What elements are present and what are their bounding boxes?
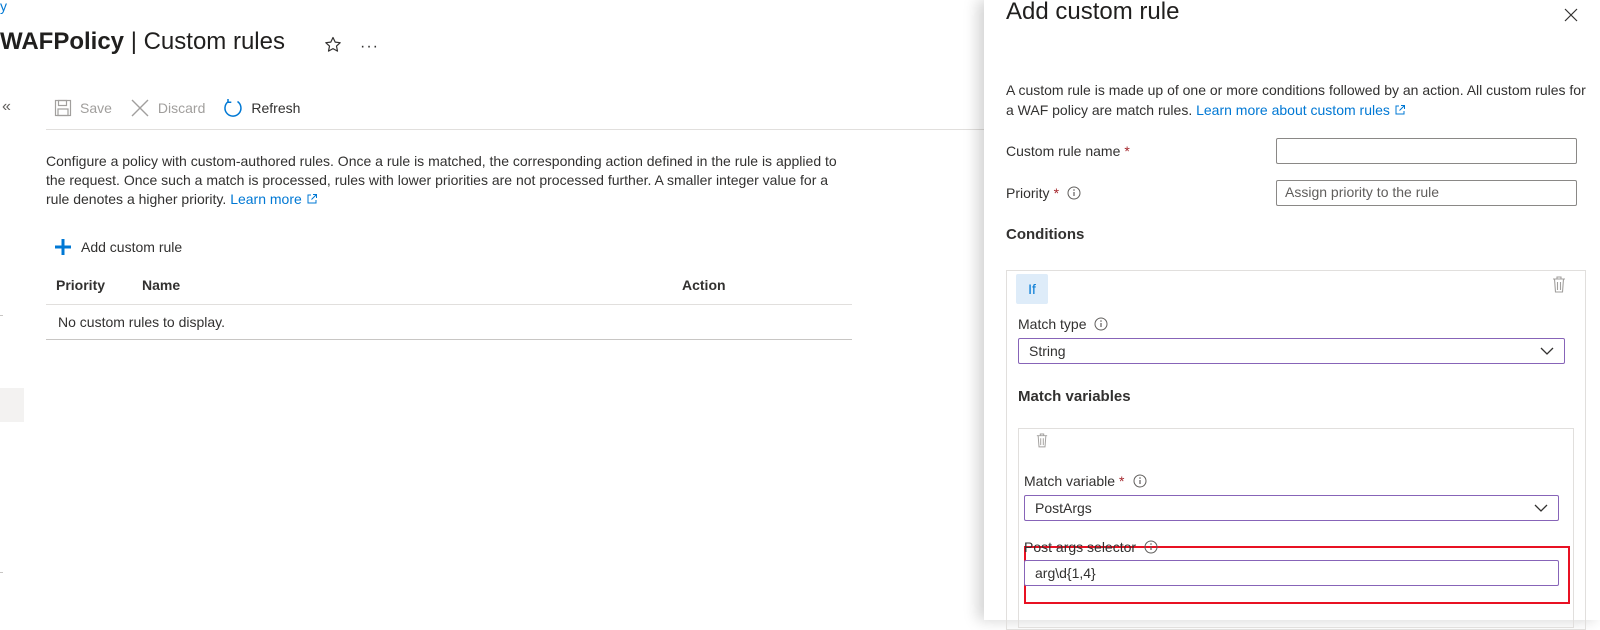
sidebar-selected-item[interactable]: [0, 388, 24, 422]
save-icon: [54, 99, 72, 117]
command-bar-divider: [46, 129, 984, 130]
table-empty-message: No custom rules to display.: [46, 305, 852, 340]
custom-rules-description: Configure a policy with custom-authored …: [46, 152, 846, 209]
add-custom-rule-button[interactable]: Add custom rule: [54, 238, 182, 256]
discard-x-icon: [130, 98, 150, 118]
more-options-icon[interactable]: ···: [360, 38, 379, 56]
favorite-star-icon[interactable]: [324, 36, 342, 54]
match-type-value: String: [1029, 343, 1066, 359]
breadcrumb[interactable]: y: [0, 0, 7, 14]
priority-input[interactable]: Assign priority to the rule: [1276, 180, 1577, 206]
refresh-icon: [223, 98, 243, 118]
save-button[interactable]: Save: [54, 99, 112, 117]
description-text: Configure a policy with custom-authored …: [46, 153, 837, 207]
add-custom-rule-panel: Add custom rule A custom rule is made up…: [984, 0, 1600, 630]
plus-icon: [54, 238, 72, 256]
info-icon[interactable]: [1094, 317, 1108, 331]
delete-match-variable-icon[interactable]: [1036, 432, 1048, 448]
match-variable-label: Match variable *: [1024, 473, 1147, 489]
required-asterisk: *: [1119, 473, 1125, 489]
column-action[interactable]: Action: [682, 277, 726, 293]
page-title-resource: WAFPolicy: [0, 28, 125, 55]
refresh-label: Refresh: [251, 100, 301, 116]
page-title: WAFPolicy | Custom rules: [0, 28, 285, 56]
discard-button[interactable]: Discard: [130, 98, 205, 118]
column-priority[interactable]: Priority: [56, 277, 105, 293]
match-type-dropdown[interactable]: String: [1018, 338, 1565, 364]
match-variables-heading: Match variables: [1018, 388, 1131, 405]
save-label: Save: [80, 100, 112, 116]
learn-more-link[interactable]: Learn more: [230, 191, 317, 207]
required-asterisk: *: [1124, 143, 1130, 159]
command-bar: Save Discard Refresh: [54, 96, 318, 120]
info-icon[interactable]: [1144, 540, 1158, 554]
refresh-button[interactable]: Refresh: [223, 98, 300, 118]
add-custom-rule-label: Add custom rule: [81, 239, 183, 255]
panel-description: A custom rule is made up of one or more …: [1006, 80, 1586, 120]
post-args-selector-value: arg\d{1,4}: [1035, 565, 1096, 581]
column-name[interactable]: Name: [142, 277, 180, 293]
page-title-section: | Custom rules: [124, 28, 285, 55]
external-link-icon: [1395, 105, 1405, 115]
chevron-down-icon: [1540, 347, 1554, 355]
sidebar-divider: [0, 315, 3, 316]
external-link-icon: [307, 194, 317, 204]
post-args-selector-input[interactable]: arg\d{1,4}: [1024, 560, 1559, 586]
table-header: Priority Name Action: [46, 268, 852, 305]
panel-title: Add custom rule: [1006, 0, 1180, 25]
info-icon[interactable]: [1133, 474, 1147, 488]
collapse-sidebar-icon[interactable]: «: [2, 98, 11, 116]
required-asterisk: *: [1053, 185, 1060, 201]
custom-rules-table: Priority Name Action No custom rules to …: [46, 268, 852, 340]
match-variable-dropdown[interactable]: PostArgs: [1024, 495, 1559, 521]
chevron-down-icon: [1534, 504, 1548, 512]
learn-more-custom-rules-link[interactable]: Learn more about custom rules: [1196, 102, 1406, 118]
sidebar-divider: [0, 572, 3, 573]
match-type-label: Match type: [1018, 316, 1108, 332]
if-badge: If: [1016, 274, 1048, 304]
custom-rule-name-label: Custom rule name *: [1006, 143, 1130, 159]
conditions-heading: Conditions: [1006, 226, 1085, 243]
post-args-selector-label: Post args selector: [1024, 539, 1158, 555]
info-icon[interactable]: [1067, 186, 1081, 200]
priority-label: Priority *: [1006, 185, 1081, 201]
discard-label: Discard: [157, 100, 206, 116]
close-icon[interactable]: [1564, 8, 1578, 22]
match-variable-value: PostArgs: [1035, 500, 1092, 516]
custom-rule-name-input[interactable]: [1276, 138, 1577, 164]
delete-condition-icon[interactable]: [1552, 275, 1566, 293]
